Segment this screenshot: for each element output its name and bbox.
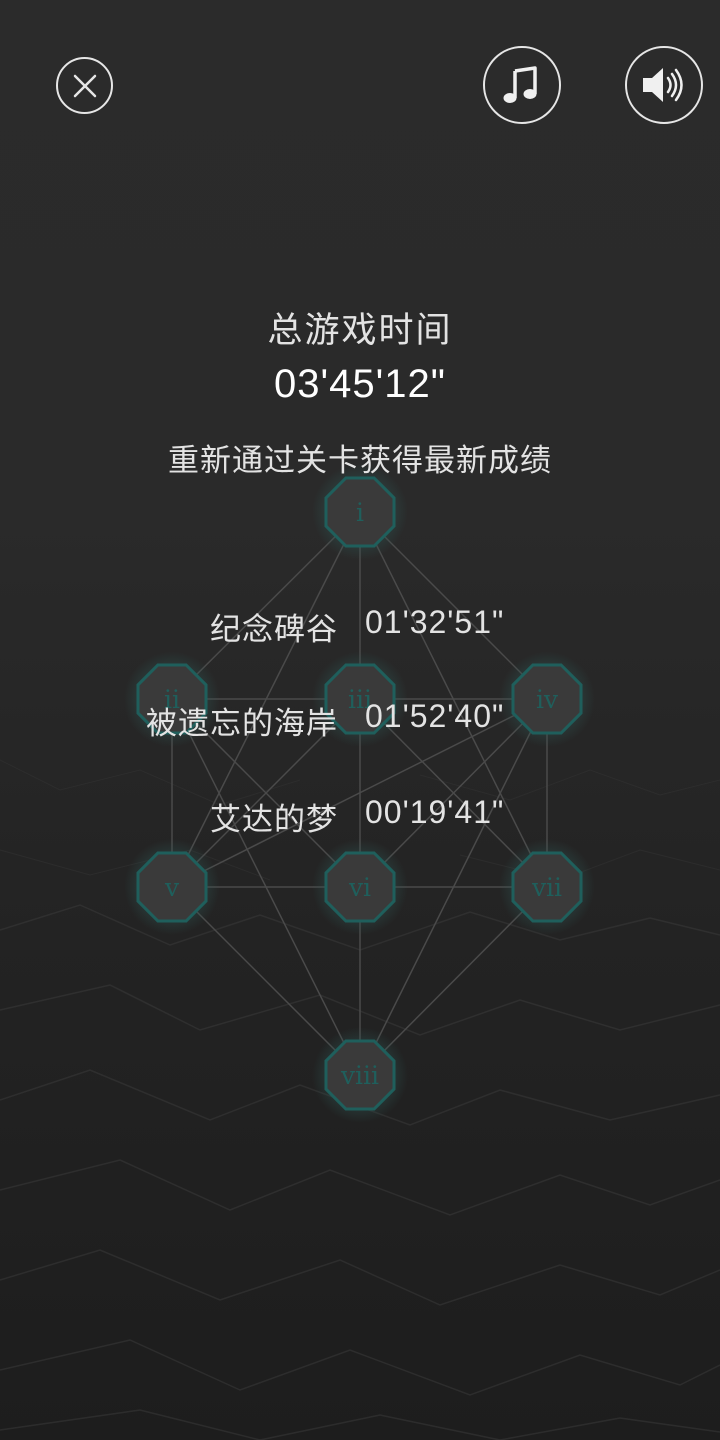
level-node-vi[interactable]: vi [312,839,408,935]
chapter-time: 01'52'40" [365,698,505,734]
chapter-record: 被遗忘的海岸 01'52'40" [0,698,720,742]
chapter-time: 00'19'41" [365,794,505,830]
level-node-viii[interactable]: viii [312,1027,408,1123]
chapter-time: 01'32'51" [365,604,505,640]
replay-hint: 重新通过关卡获得最新成绩 [168,443,552,479]
chapter-name: 纪念碑谷 [210,612,338,648]
level-node-label: vi [348,873,371,902]
chapter-record: 纪念碑谷 01'32'51" [0,604,720,648]
level-node-label: vii [531,873,562,902]
level-node-label: i [356,498,364,527]
chapter-name: 被遗忘的海岸 [146,706,338,742]
level-node-v[interactable]: v [124,839,220,935]
level-node-vii[interactable]: vii [499,839,595,935]
chapter-record: 艾达的梦 00'19'41" [0,794,720,838]
level-node-label: v [164,873,180,902]
total-time-value: 03'45'12" [274,362,446,406]
total-time-label: 总游戏时间 [267,311,453,351]
chapter-name: 艾达的梦 [210,802,338,838]
level-node-label: viii [340,1061,379,1090]
